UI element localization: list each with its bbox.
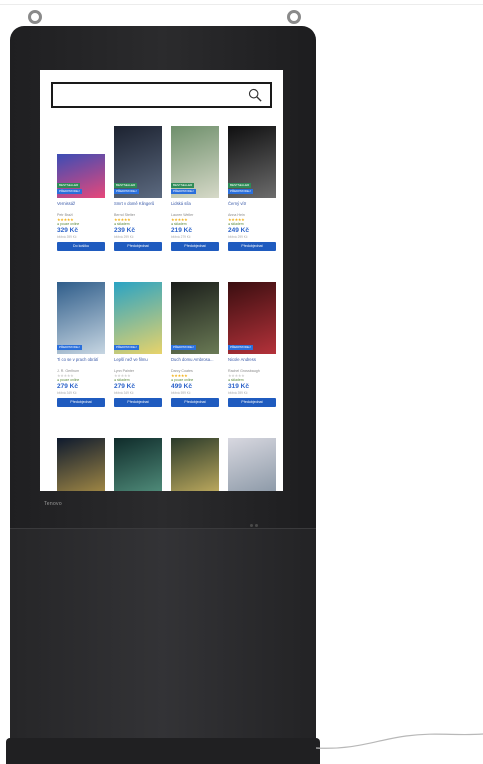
- availability: ● skladem: [228, 222, 244, 226]
- preorder-badge: PŘEDPRODEJ: [228, 189, 253, 194]
- add-to-cart-button[interactable]: Do košíku: [57, 242, 105, 251]
- product-card[interactable]: [114, 438, 162, 491]
- regular-price: běžná 349 Kč: [114, 391, 134, 395]
- book-cover[interactable]: BESTSELLER PŘEDPRODEJ: [171, 126, 219, 198]
- regular-price: běžná 279 Kč: [171, 235, 191, 239]
- kiosk-screen: BESTSELLER PŘEDPRODEJ Vernissáž Petr Bražl ★…: [40, 70, 283, 491]
- regular-price: běžná 299 Kč: [228, 235, 248, 239]
- brand-label: Tenovo: [44, 501, 62, 507]
- product-card[interactable]: PŘEDPRODEJ Ti co se v prach obrátí J. R. G…: [57, 282, 105, 407]
- price: 329 Kč: [57, 227, 78, 234]
- product-card[interactable]: BESTSELLER PŘEDPRODEJ Černý vítr Anna Hein ★…: [228, 126, 276, 251]
- product-card[interactable]: BESTSELLER PŘEDPRODEJ Smrt v domě Klingerů…: [114, 126, 162, 251]
- status-leds: [250, 514, 262, 527]
- product-card[interactable]: PŘEDPRODEJ Duch domu Ambrosa... Darcy Coat…: [171, 282, 219, 407]
- preorder-badge: PŘEDPRODEJ: [57, 345, 82, 350]
- availability: ● pouze online: [57, 222, 80, 226]
- preorder-badge: PŘEDPRODEJ: [171, 189, 196, 194]
- book-title[interactable]: Vernissáž: [57, 201, 105, 211]
- product-card[interactable]: [228, 438, 276, 491]
- product-card[interactable]: BESTSELLER PŘEDPRODEJ Lidská síla Lauren We…: [171, 126, 219, 251]
- price: 319 Kč: [228, 383, 249, 390]
- book-title[interactable]: Černý vítr: [228, 201, 276, 211]
- price: 219 Kč: [171, 227, 192, 234]
- product-card[interactable]: PŘEDPRODEJ Lepší než ve filmu Lynn Painter…: [114, 282, 162, 407]
- mount-hook-left: [28, 10, 42, 24]
- product-card[interactable]: PŘEDPRODEJ Nicole Andress Rachel Grossbaug…: [228, 282, 276, 407]
- product-card[interactable]: BESTSELLER PŘEDPRODEJ Vernissáž Petr Bražl ★…: [57, 154, 105, 251]
- preorder-badge: PŘEDPRODEJ: [171, 345, 196, 350]
- regular-price: běžná 599 Kč: [171, 391, 191, 395]
- preorder-badge: PŘEDPRODEJ: [114, 345, 139, 350]
- kiosk-pedestal: [10, 528, 316, 739]
- price: 249 Kč: [228, 227, 249, 234]
- book-cover[interactable]: BESTSELLER PŘEDPRODEJ: [57, 154, 105, 198]
- price: 279 Kč: [114, 383, 135, 390]
- regular-price: běžná 399 Kč: [57, 235, 77, 239]
- price: 499 Kč: [171, 383, 192, 390]
- add-to-cart-button[interactable]: Předobjednat: [228, 398, 276, 407]
- product-card[interactable]: [57, 438, 105, 491]
- availability: ● pouze online: [171, 378, 194, 382]
- add-to-cart-button[interactable]: Předobjednat: [171, 242, 219, 251]
- product-card[interactable]: [171, 438, 219, 491]
- book-title[interactable]: Lepší než ve filmu: [114, 357, 162, 367]
- preorder-badge: PŘEDPRODEJ: [114, 189, 139, 194]
- bestseller-badge: BESTSELLER: [228, 183, 252, 188]
- book-cover[interactable]: [114, 438, 162, 491]
- book-title[interactable]: Nicole Andress: [228, 357, 276, 367]
- book-title[interactable]: Lidská síla: [171, 201, 219, 211]
- preorder-badge: PŘEDPRODEJ: [57, 189, 82, 194]
- book-cover[interactable]: PŘEDPRODEJ: [228, 282, 276, 354]
- search-icon[interactable]: [248, 88, 262, 102]
- price: 239 Kč: [114, 227, 135, 234]
- book-title[interactable]: Ti co se v prach obrátí: [57, 357, 105, 367]
- book-cover[interactable]: [171, 438, 219, 491]
- add-to-cart-button[interactable]: Předobjednat: [57, 398, 105, 407]
- book-cover[interactable]: [57, 438, 105, 491]
- power-cable: [316, 733, 483, 749]
- search-input[interactable]: [51, 82, 272, 108]
- availability: ● skladem: [171, 222, 187, 226]
- add-to-cart-button[interactable]: Předobjednat: [228, 242, 276, 251]
- availability: ● skladem: [228, 378, 244, 382]
- availability: ● skladem: [114, 222, 130, 226]
- mount-hook-right: [287, 10, 301, 24]
- regular-price: běžná 349 Kč: [57, 391, 77, 395]
- book-cover[interactable]: BESTSELLER PŘEDPRODEJ: [114, 126, 162, 198]
- bestseller-badge: BESTSELLER: [114, 183, 138, 188]
- bestseller-badge: BESTSELLER: [57, 183, 81, 188]
- price: 279 Kč: [57, 383, 78, 390]
- kiosk-base: [6, 738, 320, 764]
- book-cover[interactable]: BESTSELLER PŘEDPRODEJ: [228, 126, 276, 198]
- book-cover[interactable]: PŘEDPRODEJ: [114, 282, 162, 354]
- book-title[interactable]: Duch domu Ambrosa...: [171, 357, 219, 367]
- book-cover[interactable]: [228, 438, 276, 491]
- book-title[interactable]: Smrt v domě Klingerů: [114, 201, 162, 211]
- bestseller-badge: BESTSELLER: [171, 183, 195, 188]
- add-to-cart-button[interactable]: Předobjednat: [114, 242, 162, 251]
- regular-price: běžná 299 Kč: [114, 235, 134, 239]
- book-cover[interactable]: PŘEDPRODEJ: [57, 282, 105, 354]
- add-to-cart-button[interactable]: Předobjednat: [171, 398, 219, 407]
- page-top-divider: [0, 4, 483, 5]
- preorder-badge: PŘEDPRODEJ: [228, 345, 253, 350]
- add-to-cart-button[interactable]: Předobjednat: [114, 398, 162, 407]
- availability: ● pouze online: [57, 378, 80, 382]
- book-cover[interactable]: PŘEDPRODEJ: [171, 282, 219, 354]
- availability: ● skladem: [114, 378, 130, 382]
- regular-price: běžná 399 Kč: [228, 391, 248, 395]
